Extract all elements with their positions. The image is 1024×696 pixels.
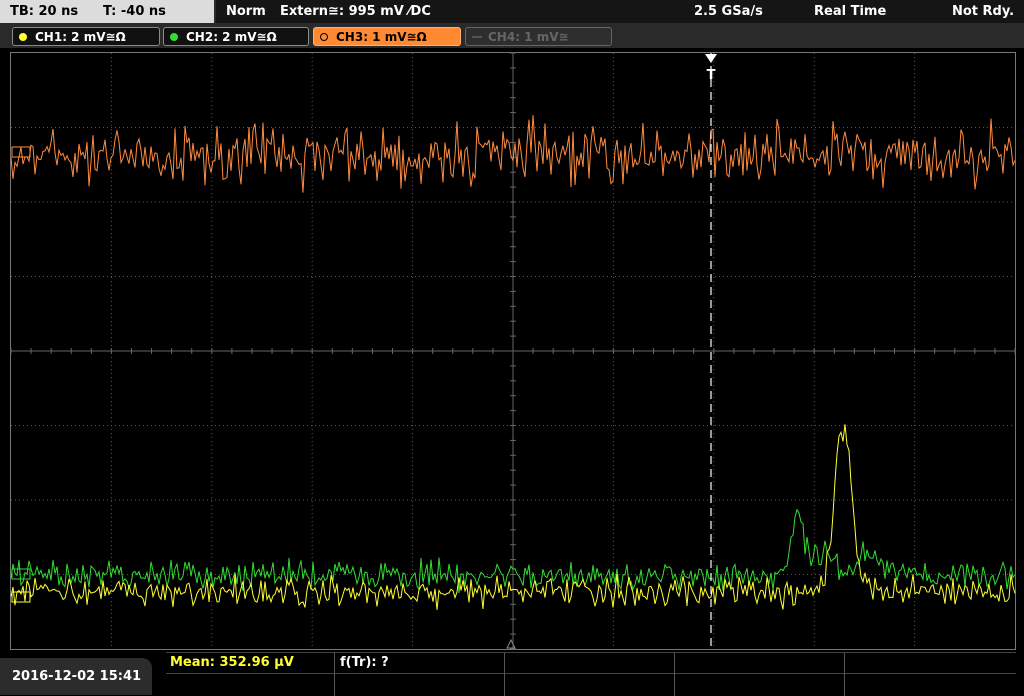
mean-measurement[interactable]: Mean: 352.96 µV <box>170 653 294 673</box>
measurement-divider <box>166 673 1016 674</box>
frequency-measurement[interactable]: f(Tr): ? <box>340 653 389 673</box>
measurement-panel: Mean: 352.96 µV f(Tr): ? <box>166 652 1016 696</box>
measurement-divider <box>674 653 675 696</box>
date-time: 2016-12-02 15:41 <box>0 658 152 695</box>
center-reference-icon <box>506 638 516 649</box>
waveform-canvas: T <box>10 52 1016 650</box>
measurement-divider <box>504 653 505 696</box>
measurement-divider <box>334 653 335 696</box>
trigger-marker-label: T <box>707 68 716 83</box>
measurement-divider <box>844 653 845 696</box>
trigger-marker-icon <box>705 54 717 63</box>
